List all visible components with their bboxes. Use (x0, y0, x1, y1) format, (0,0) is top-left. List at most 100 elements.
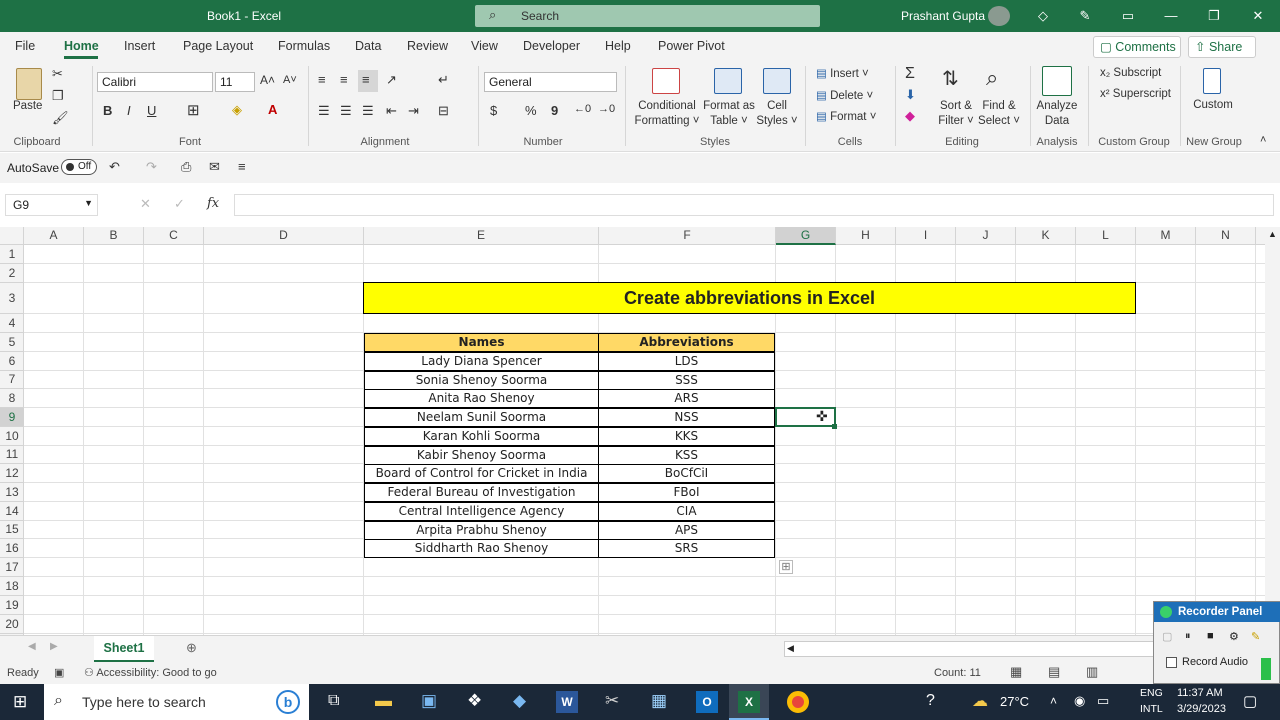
bold-button[interactable]: B (103, 103, 112, 118)
accessibility-status[interactable]: ⚇ Accessibility: Good to go (84, 666, 217, 679)
row-header-18[interactable]: 18 (0, 577, 24, 596)
bing-icon[interactable]: b (276, 690, 300, 714)
decrease-indent-icon[interactable]: ⇤ (386, 103, 397, 119)
row-header-9[interactable]: 9 (0, 408, 24, 427)
font-color-icon[interactable]: A (268, 102, 277, 117)
taskbar-search[interactable]: ⌕ Type here to search b (44, 684, 309, 720)
column-header-b[interactable]: B (84, 227, 144, 245)
increase-indent-icon[interactable]: ⇥ (408, 103, 419, 119)
column-header-k[interactable]: K (1016, 227, 1076, 245)
font-name-select[interactable]: Calibri (97, 72, 213, 92)
custom-icon[interactable] (1203, 68, 1221, 94)
diamond-icon[interactable]: ◇ (1033, 6, 1053, 26)
abbreviation-cell[interactable]: KKS (598, 427, 775, 446)
cell-styles-icon[interactable] (763, 68, 791, 94)
find-select-icon[interactable]: ⌕ (986, 65, 998, 91)
sort-filter-icon[interactable]: ⇅ (942, 66, 959, 91)
quick-analysis-icon[interactable]: ⊞ (779, 560, 793, 574)
network-icon[interactable]: ▭ (1097, 693, 1109, 709)
row-header-19[interactable]: 19 (0, 596, 24, 615)
name-cell[interactable]: Karan Kohli Soorma (364, 427, 599, 446)
number-format-select[interactable]: General (484, 72, 617, 92)
chrome-icon[interactable] (787, 691, 809, 713)
name-cell[interactable]: Neelam Sunil Soorma (364, 408, 599, 427)
percent-button[interactable]: % (525, 103, 537, 118)
paste-button[interactable]: Paste (13, 100, 42, 112)
search-box[interactable]: ⌕ Search (475, 5, 820, 27)
pause-icon[interactable]: ⏸ (1185, 630, 1191, 643)
app2-icon[interactable]: ▦ (651, 691, 667, 711)
tab-home[interactable]: Home (64, 39, 99, 53)
font-size-select[interactable]: 11 (215, 72, 255, 92)
app-icon[interactable]: ◆ (513, 691, 526, 711)
name-cell[interactable]: Federal Bureau of Investigation (364, 483, 599, 502)
clock-time[interactable]: 11:37 AM (1177, 687, 1223, 699)
fill-handle[interactable] (832, 424, 837, 429)
scroll-up-icon[interactable]: ▲ (1268, 229, 1277, 239)
column-header-g[interactable]: G (776, 227, 836, 245)
task-view-icon[interactable]: ⧉ (328, 692, 339, 710)
find-select-button[interactable]: Find & Select ˅ (978, 99, 1020, 129)
row-header-6[interactable]: 6 (0, 352, 24, 371)
clear-icon[interactable]: ◆ (905, 108, 915, 124)
tab-file[interactable]: File (15, 39, 35, 53)
row-header-4[interactable]: 4 (0, 314, 24, 333)
column-header-f[interactable]: F (599, 227, 776, 245)
tab-page-layout[interactable]: Page Layout (183, 39, 253, 53)
fill-color-icon[interactable]: ◈ (232, 102, 242, 118)
row-header-10[interactable]: 10 (0, 427, 24, 446)
autosave-toggle[interactable]: Off (61, 159, 97, 175)
share-button[interactable]: ⇧ Share (1188, 36, 1256, 58)
row-header-5[interactable]: 5 (0, 333, 24, 352)
conditional-formatting-button[interactable]: Conditional Formatting ˅ (632, 99, 702, 129)
orientation-icon[interactable]: ↗ (386, 72, 397, 88)
clock-date[interactable]: 3/29/2023 (1177, 703, 1226, 715)
next-sheet-icon[interactable]: ▶ (50, 641, 58, 652)
insert-function-icon[interactable]: fx (207, 196, 219, 211)
column-header-i[interactable]: I (896, 227, 956, 245)
abbreviation-cell[interactable]: ARS (598, 389, 775, 408)
increase-decimal-icon[interactable]: ←0 (574, 103, 591, 115)
format-cells-button[interactable]: ▤ Format ˅ (816, 109, 876, 123)
word-icon[interactable]: W (556, 691, 578, 713)
abbreviation-cell[interactable]: SRS (598, 539, 775, 558)
abbreviation-cell[interactable]: APS (598, 521, 775, 540)
pen-icon[interactable]: ✎ (1075, 6, 1095, 26)
italic-button[interactable]: I (127, 103, 131, 118)
align-left-icon[interactable]: ☰ (318, 103, 330, 119)
row-header-7[interactable]: 7 (0, 371, 24, 389)
tab-data[interactable]: Data (355, 39, 381, 53)
row-header-14[interactable]: 14 (0, 502, 24, 521)
page-break-view-icon[interactable]: ▥ (1086, 664, 1098, 680)
help-icon[interactable]: ? (926, 692, 935, 710)
pen-icon[interactable]: ✎ (1251, 630, 1260, 643)
format-as-table-button[interactable]: Format as Table ˅ (702, 99, 756, 129)
decrease-font-icon[interactable]: A˅ (283, 74, 297, 86)
undo-icon[interactable]: ↶ (109, 159, 120, 175)
tab-power-pivot[interactable]: Power Pivot (658, 39, 725, 53)
column-header-c[interactable]: C (144, 227, 204, 245)
minimize-icon[interactable]: — (1161, 6, 1181, 26)
column-header-n[interactable]: N (1196, 227, 1256, 245)
macro-record-icon[interactable]: ▣ (54, 666, 64, 679)
abbreviation-cell[interactable]: NSS (598, 408, 775, 427)
align-right-icon[interactable]: ☰ (362, 103, 374, 119)
merge-center-icon[interactable]: ⊟ (438, 103, 449, 119)
autosum-icon[interactable]: Σ (905, 65, 915, 83)
row-header-16[interactable]: 16 (0, 539, 24, 558)
cell-styles-button[interactable]: Cell Styles ˅ (755, 99, 799, 129)
row-header-13[interactable]: 13 (0, 483, 24, 502)
name-cell[interactable]: Kabir Shenoy Soorma (364, 446, 599, 465)
scroll-left-icon[interactable]: ◀ (787, 643, 794, 654)
row-header-3[interactable]: 3 (0, 283, 24, 314)
row-header-12[interactable]: 12 (0, 464, 24, 483)
column-header-d[interactable]: D (204, 227, 364, 245)
ribbon-display-icon[interactable]: ▭ (1118, 6, 1138, 26)
normal-view-icon[interactable]: ▦ (1010, 664, 1022, 680)
record-audio-checkbox[interactable] (1166, 657, 1177, 668)
column-header-e[interactable]: E (364, 227, 599, 245)
align-top-icon[interactable]: ≡ (318, 72, 326, 87)
row-header-11[interactable]: 11 (0, 446, 24, 464)
row-header-20[interactable]: 20 (0, 615, 24, 634)
insert-cells-button[interactable]: ▤ Insert ˅ (816, 66, 869, 80)
